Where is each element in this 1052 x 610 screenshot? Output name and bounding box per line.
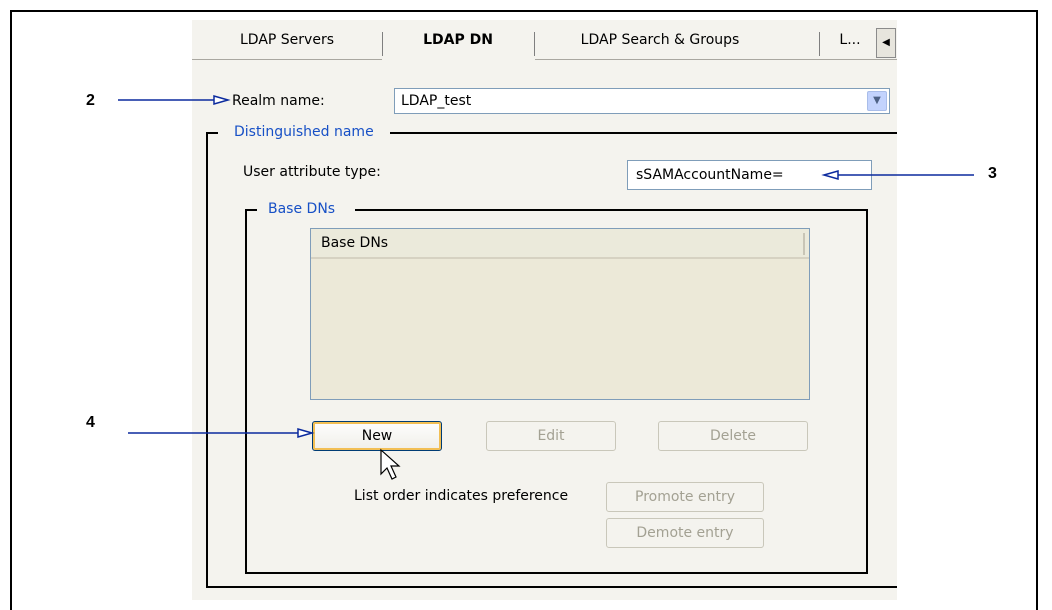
mouse-cursor-icon [380,448,401,480]
callout-2-arrowhead [213,95,231,105]
callout-arrows [118,95,974,480]
callout-4-arrowhead [297,428,315,438]
callout-3-arrowhead [821,170,839,180]
